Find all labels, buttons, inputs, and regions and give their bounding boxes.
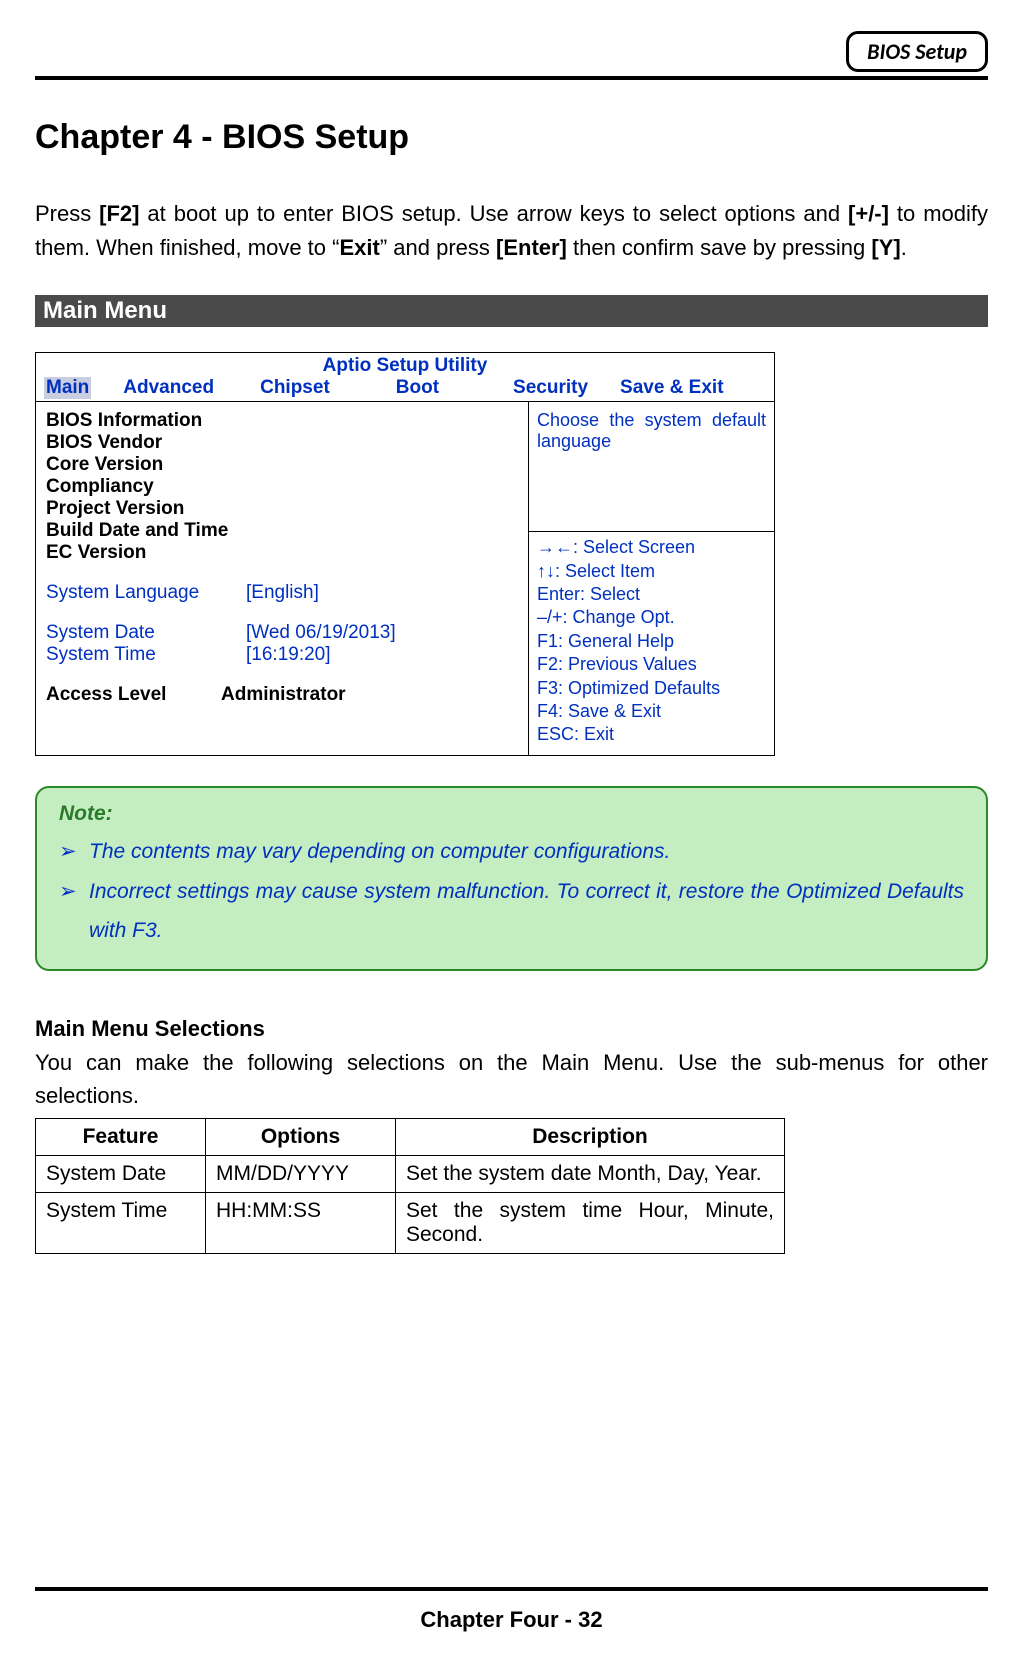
bullet-icon: ➢ xyxy=(59,872,89,952)
access-level-row: Access Level Administrator xyxy=(46,684,518,706)
cell-feature: System Time xyxy=(36,1193,206,1254)
bios-info-item: BIOS Vendor xyxy=(46,432,518,454)
bios-info-item: Compliancy xyxy=(46,476,518,498)
bios-utility-title: Aptio Setup Utility xyxy=(36,353,774,377)
tab-boot[interactable]: Boot xyxy=(394,377,441,399)
bios-help-text: Choose the system default language xyxy=(529,402,774,532)
bios-info-item: EC Version xyxy=(46,542,518,564)
key-hint: →←: Select Screen xyxy=(537,536,766,559)
header-title: BIOS Setup xyxy=(867,38,967,65)
selections-text: You can make the following selections on… xyxy=(35,1046,988,1112)
cell-options: HH:MM:SS xyxy=(206,1193,396,1254)
system-time-value: [16:19:20] xyxy=(246,644,331,666)
access-level-label: Access Level xyxy=(46,684,221,706)
col-feature: Feature xyxy=(36,1119,206,1156)
system-language-value: [English] xyxy=(246,582,319,604)
note-text: The contents may vary depending on compu… xyxy=(89,832,670,872)
system-date-label: System Date xyxy=(46,622,246,644)
cell-feature: System Date xyxy=(36,1156,206,1193)
bios-left-pane: BIOS Information BIOS Vendor Core Versio… xyxy=(36,402,529,755)
note-box: Note: ➢ The contents may vary depending … xyxy=(35,786,988,972)
system-time-label: System Time xyxy=(46,644,246,666)
tab-chipset[interactable]: Chipset xyxy=(258,377,332,399)
tab-save-exit[interactable]: Save & Exit xyxy=(618,377,726,399)
key-hint: F4: Save & Exit xyxy=(537,700,766,723)
tab-advanced[interactable]: Advanced xyxy=(121,377,216,399)
note-label: Note: xyxy=(59,802,964,826)
section-heading-main: Main Menu xyxy=(35,295,988,327)
footer-text: Chapter Four - 32 xyxy=(0,1607,1023,1633)
access-level-value: Administrator xyxy=(221,684,346,706)
header-rule xyxy=(35,76,988,80)
key-hint: F2: Previous Values xyxy=(537,653,766,676)
system-language-row[interactable]: System Language [English] xyxy=(46,582,518,604)
cell-description: Set the system time Hour, Minute, Second… xyxy=(396,1193,785,1254)
footer-rule xyxy=(35,1587,988,1591)
table-header-row: Feature Options Description xyxy=(36,1119,785,1156)
tab-main[interactable]: Main xyxy=(44,377,91,399)
bios-info-item: Build Date and Time xyxy=(46,520,518,542)
cell-description: Set the system date Month, Day, Year. xyxy=(396,1156,785,1193)
note-item: ➢ The contents may vary depending on com… xyxy=(59,832,964,872)
system-time-row[interactable]: System Time [16:19:20] xyxy=(46,644,518,666)
col-options: Options xyxy=(206,1119,396,1156)
table-row: System Date MM/DD/YYYY Set the system da… xyxy=(36,1156,785,1193)
bios-info-item: Core Version xyxy=(46,454,518,476)
key-hint: Enter: Select xyxy=(537,583,766,606)
intro-paragraph: Press [F2] at boot up to enter BIOS setu… xyxy=(35,197,988,265)
key-hint: –/+: Change Opt. xyxy=(537,606,766,629)
selections-table: Feature Options Description System Date … xyxy=(35,1118,785,1254)
note-item: ➢ Incorrect settings may cause system ma… xyxy=(59,872,964,952)
system-date-value: [Wed 06/19/2013] xyxy=(246,622,396,644)
cell-options: MM/DD/YYYY xyxy=(206,1156,396,1193)
key-hint: F1: General Help xyxy=(537,630,766,653)
key-hint: F3: Optimized Defaults xyxy=(537,677,766,700)
selections-heading: Main Menu Selections xyxy=(35,1016,988,1042)
bios-info-item: Project Version xyxy=(46,498,518,520)
note-text: Incorrect settings may cause system malf… xyxy=(89,872,964,952)
key-hint: ESC: Exit xyxy=(537,723,766,746)
chapter-title: Chapter 4 - BIOS Setup xyxy=(35,118,988,157)
system-date-row[interactable]: System Date [Wed 06/19/2013] xyxy=(46,622,518,644)
bios-right-pane: Choose the system default language →←: S… xyxy=(529,402,774,755)
col-description: Description xyxy=(396,1119,785,1156)
bios-panel: Aptio Setup Utility Main Advanced Chipse… xyxy=(35,352,775,756)
header-title-box: BIOS Setup xyxy=(846,31,988,72)
table-row: System Time HH:MM:SS Set the system time… xyxy=(36,1193,785,1254)
page-header: BIOS Setup xyxy=(35,20,988,80)
bios-key-legend: →←: Select Screen ↑↓: Select Item Enter:… xyxy=(529,532,774,755)
bullet-icon: ➢ xyxy=(59,832,89,872)
bios-tab-bar: Main Advanced Chipset Boot Security Save… xyxy=(36,377,774,402)
key-hint: ↑↓: Select Item xyxy=(537,560,766,583)
system-language-label: System Language xyxy=(46,582,246,604)
bios-info-item: BIOS Information xyxy=(46,410,518,432)
tab-security[interactable]: Security xyxy=(511,377,590,399)
